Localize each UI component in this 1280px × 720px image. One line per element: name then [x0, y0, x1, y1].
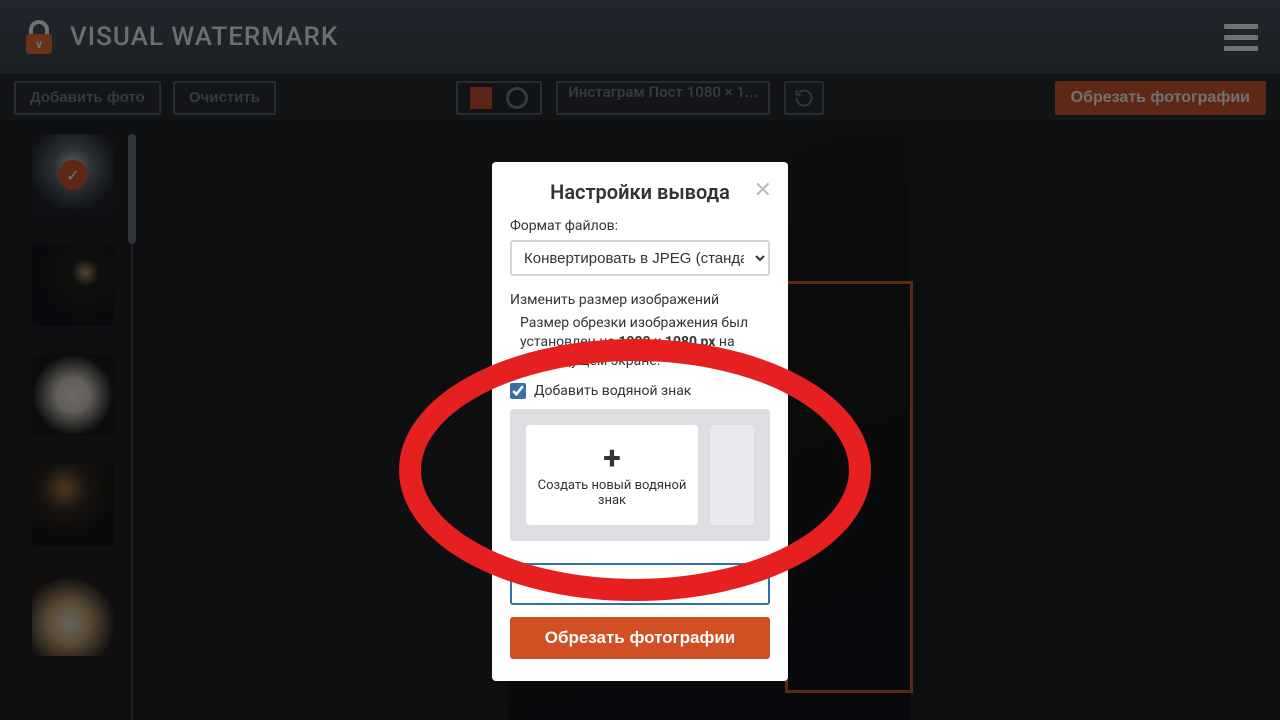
plus-icon: + [603, 442, 620, 474]
watermark-picker: + Создать новый водяной знак [510, 409, 770, 541]
add-watermark-checkbox[interactable] [510, 383, 526, 399]
create-watermark-button[interactable]: + Создать новый водяной знак [526, 425, 698, 525]
close-icon[interactable]: ✕ [754, 178, 772, 203]
format-select[interactable]: Конвертировать в JPEG (стандартн [510, 240, 770, 276]
add-watermark-label[interactable]: Добавить водяной знак [534, 383, 691, 399]
preview-button[interactable]: Предпросмотр [510, 563, 770, 605]
watermark-slot[interactable] [710, 425, 754, 525]
resize-label: Изменить размер изображений [510, 292, 770, 308]
modal-title: Настройки вывода [550, 180, 730, 204]
create-watermark-label: Создать новый водяной знак [526, 478, 698, 508]
crop-photos-button[interactable]: Обрезать фотографии [510, 617, 770, 659]
format-label: Формат файлов: [510, 218, 770, 234]
output-settings-modal: Настройки вывода ✕ Формат файлов: Конвер… [492, 162, 788, 681]
crop-size-info: Размер обрезки изображения был установле… [510, 314, 770, 371]
